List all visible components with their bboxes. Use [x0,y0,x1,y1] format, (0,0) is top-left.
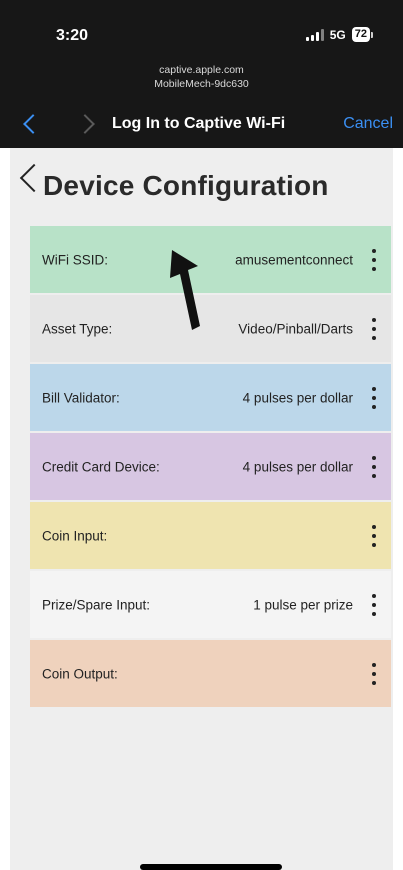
config-row-label: Prize/Spare Input: [42,597,151,612]
config-row-label: WiFi SSID: [42,252,108,267]
config-row-value: 4 pulses per dollar [242,459,353,474]
config-row-label: Asset Type: [42,321,113,336]
signal-icon [305,28,324,41]
more-vertical-icon[interactable] [369,593,379,616]
config-row-coin-input[interactable]: Coin Input: [30,502,391,569]
more-vertical-icon[interactable] [369,455,379,478]
config-row-label: Coin Output: [42,666,118,681]
config-list: WiFi SSID: amusementconnect Asset Type: … [30,226,391,709]
config-row-value: 4 pulses per dollar [242,390,353,405]
status-indicators: 5G 72 [305,27,373,42]
config-row-value: Video/Pinball/Darts [238,321,353,336]
screen: 3:20 5G 72 captive.apple.com MobileMech-… [0,0,403,870]
config-row-bill-validator[interactable]: Bill Validator: 4 pulses per dollar [30,364,391,431]
config-row-label: Coin Input: [42,528,108,543]
config-row-wifi-ssid[interactable]: WiFi SSID: amusementconnect [30,226,391,293]
config-row-asset-type[interactable]: Asset Type: Video/Pinball/Darts [30,295,391,362]
browser-title: Log In to Captive Wi-Fi [112,115,286,132]
battery-icon: 72 [351,27,373,42]
config-row-value: 1 pulse per prize [253,597,353,612]
battery-level: 72 [351,27,370,42]
cancel-button[interactable]: Cancel [343,115,393,133]
more-vertical-icon[interactable] [369,317,379,340]
arrow-up-icon [170,250,200,330]
page-title: Device Configuration [43,170,329,201]
config-row-label: Bill Validator: [42,390,120,405]
back-chevron-icon[interactable] [23,114,43,134]
browser-subtitle: MobileMech-9dc630 [154,78,249,90]
browser-nav: Log In to Captive Wi-Fi Cancel [0,108,403,142]
forward-chevron-icon[interactable] [75,114,95,134]
config-row-prize-spare-input[interactable]: Prize/Spare Input: 1 pulse per prize [30,571,391,638]
browser-domain: captive.apple.com [159,64,244,76]
config-row-credit-card-device[interactable]: Credit Card Device: 4 pulses per dollar [30,433,391,500]
top-bar: 3:20 5G 72 captive.apple.com MobileMech-… [0,0,403,148]
status-time: 3:20 [56,27,89,44]
config-row-coin-output[interactable]: Coin Output: [30,640,391,707]
more-vertical-icon[interactable] [369,524,379,547]
network-type: 5G [329,27,346,42]
more-vertical-icon[interactable] [369,662,379,685]
config-row-label: Credit Card Device: [42,459,160,474]
more-vertical-icon[interactable] [369,248,379,271]
home-indicator[interactable] [140,864,282,870]
more-vertical-icon[interactable] [369,386,379,409]
config-row-value: amusementconnect [235,252,353,267]
